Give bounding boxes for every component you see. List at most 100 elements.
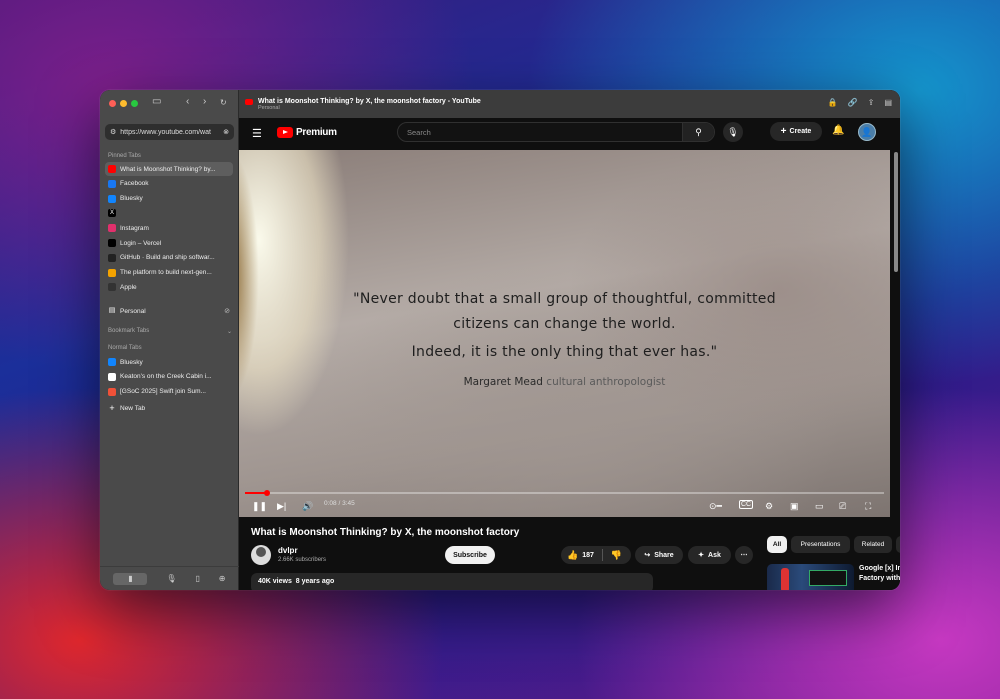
reader-icon[interactable]: ▤: [884, 98, 892, 107]
share-label: Share: [654, 551, 674, 559]
sidebar-bottom-bar: ▮ 🎙 ▯ ⊕: [100, 566, 239, 590]
youtube-favicon-icon: [245, 99, 253, 105]
theater-mode-icon[interactable]: ▭: [815, 501, 824, 512]
space-personal[interactable]: ▤ Personal ⊘: [105, 304, 233, 318]
minimize-window-button[interactable]: [120, 100, 127, 107]
tab-label: GitHub · Build and ship softwar...: [120, 254, 215, 262]
filter-chip-1[interactable]: Presentations: [791, 536, 850, 553]
filter-chip-2[interactable]: Related: [854, 536, 892, 553]
create-button[interactable]: + Create: [770, 122, 822, 141]
autoplay-toggle-icon[interactable]: ⊙━: [709, 501, 722, 512]
normal-tab-2[interactable]: [GSoC 2025] Swift join Sum...: [105, 385, 233, 399]
microphone-icon: 🎙: [727, 126, 739, 137]
lock-icon[interactable]: 🔒: [828, 98, 838, 107]
thumbs-up-icon: 👍: [567, 549, 579, 560]
like-button[interactable]: 👍 187: [567, 550, 594, 561]
new-tab-label: New Tab: [120, 404, 146, 412]
pinned-tab-7[interactable]: The platform to build next-gen...: [105, 266, 233, 280]
pinned-tab-0[interactable]: What is Moonshot Thinking? by...: [105, 162, 233, 176]
search-input[interactable]: Search: [398, 128, 682, 137]
tab-label: Login – Vercel: [120, 239, 162, 247]
video-light-flare: [239, 150, 259, 400]
thumbs-down-icon[interactable]: 👎: [611, 550, 622, 561]
voice-search-button[interactable]: 🎙: [723, 122, 743, 142]
add-circle-icon[interactable]: ⊕: [219, 574, 226, 583]
next-icon[interactable]: ▶|: [277, 501, 286, 512]
description-box[interactable]: 40K views 8 years ago: [251, 573, 653, 590]
divider: [601, 549, 603, 561]
filter-chip-3[interactable]: For you: [896, 536, 900, 553]
video-progress-bar[interactable]: [245, 490, 884, 496]
normal-tab-0[interactable]: Bluesky: [105, 355, 233, 369]
tab-label: Bluesky: [120, 195, 143, 203]
subscribe-button[interactable]: Subscribe: [445, 546, 495, 564]
notes-icon[interactable]: ▯: [195, 574, 199, 583]
youtube-play-icon: [277, 127, 293, 138]
settings-gear-icon[interactable]: ⚙: [765, 501, 773, 512]
like-count: 187: [582, 551, 594, 559]
new-tab-button[interactable]: + New Tab: [105, 401, 233, 415]
more-actions-button[interactable]: ⋯: [735, 546, 753, 564]
share-icon[interactable]: ⇪: [868, 98, 875, 107]
volume-icon[interactable]: 🔊: [302, 501, 313, 512]
channel-name[interactable]: dvlpr: [278, 546, 298, 555]
search-button[interactable]: ⚲: [682, 123, 714, 141]
share-button[interactable]: ↪ Share: [635, 546, 683, 564]
tab-label: The platform to build next-gen...: [120, 269, 212, 277]
microphone-icon[interactable]: 🎙: [166, 574, 176, 583]
bookmark-tabs-label: Bookmark Tabs: [108, 328, 150, 334]
sidebar-toggle-icon[interactable]: ▭: [152, 96, 161, 107]
site-favicon-icon: [108, 358, 116, 366]
clear-url-icon[interactable]: ⊗: [223, 128, 229, 136]
youtube-logo[interactable]: Premium: [277, 127, 337, 138]
share-arrow-icon: ↪: [644, 552, 651, 559]
youtube-header: ☰ Premium Search ⚲ 🎙 + Create 🔔 9+ 👤: [239, 118, 900, 161]
reload-icon[interactable]: ↻: [220, 98, 227, 107]
site-favicon-icon: [108, 239, 116, 247]
site-favicon-icon: [108, 194, 116, 203]
pause-icon[interactable]: ❚❚: [252, 501, 267, 512]
close-window-button[interactable]: [109, 100, 116, 107]
space-settings-icon[interactable]: ⊘: [224, 307, 230, 315]
menu-icon[interactable]: ☰: [252, 127, 262, 140]
plus-icon: +: [109, 403, 115, 413]
pinned-tab-6[interactable]: GitHub · Build and ship softwar...: [105, 251, 233, 265]
pinned-tab-8[interactable]: Apple: [105, 280, 233, 294]
normal-tabs-label: Normal Tabs: [108, 345, 142, 351]
normal-tab-1[interactable]: Keaton's on the Creek Cabin i...: [105, 370, 233, 384]
forward-icon[interactable]: ›: [203, 96, 206, 107]
recommendation-title[interactable]: Google [x] Inside the Moonshot Factory w…: [859, 564, 900, 584]
filter-chip-0[interactable]: All: [767, 536, 787, 553]
tab-title-bar: What is Moonshot Thinking? by X, the moo…: [239, 90, 900, 118]
bookmark-tabs-section[interactable]: Bookmark Tabs ⌄: [108, 328, 232, 335]
video-player[interactable]: "Never doubt that a small group of thoug…: [239, 150, 890, 517]
views-and-date: 40K views 8 years ago: [258, 578, 335, 585]
fullscreen-icon[interactable]: ⛶: [865, 501, 871, 512]
site-favicon-icon: [108, 268, 116, 277]
back-icon[interactable]: ‹: [186, 96, 189, 107]
address-bar[interactable]: ⚙ https://www.youtube.com/wat ⊗: [105, 124, 234, 140]
notifications-bell-icon[interactable]: 🔔: [832, 125, 844, 136]
recommendation-thumbnail[interactable]: [767, 564, 854, 590]
ask-button[interactable]: ✦ Ask: [688, 546, 731, 564]
browser-content: What is Moonshot Thinking? by X, the moo…: [239, 90, 900, 590]
captions-icon[interactable]: CC: [739, 500, 754, 509]
search-icon: ⚲: [695, 126, 702, 137]
site-settings-icon[interactable]: ⚙: [110, 128, 116, 136]
scrubber-handle[interactable]: [264, 490, 271, 496]
account-avatar[interactable]: 👤: [858, 123, 876, 141]
miniplayer-icon[interactable]: ▣: [790, 501, 799, 512]
pinned-tab-3[interactable]: X: [105, 206, 233, 220]
pinned-tab-5[interactable]: Login – Vercel: [105, 236, 233, 250]
airplay-icon[interactable]: ⎚: [839, 501, 846, 512]
pinned-tab-1[interactable]: Facebook: [105, 177, 233, 191]
page-scrollbar[interactable]: [894, 152, 898, 272]
pinned-tabs-label: Pinned Tabs: [108, 153, 141, 159]
link-icon[interactable]: 🔗: [848, 98, 858, 107]
zoom-window-button[interactable]: [131, 100, 138, 107]
chevron-down-icon[interactable]: ⌄: [227, 328, 232, 335]
channel-avatar[interactable]: [251, 545, 271, 565]
pinned-tab-2[interactable]: Bluesky: [105, 192, 233, 206]
tabs-view-button[interactable]: ▮: [113, 572, 148, 585]
pinned-tab-4[interactable]: Instagram: [105, 221, 233, 235]
